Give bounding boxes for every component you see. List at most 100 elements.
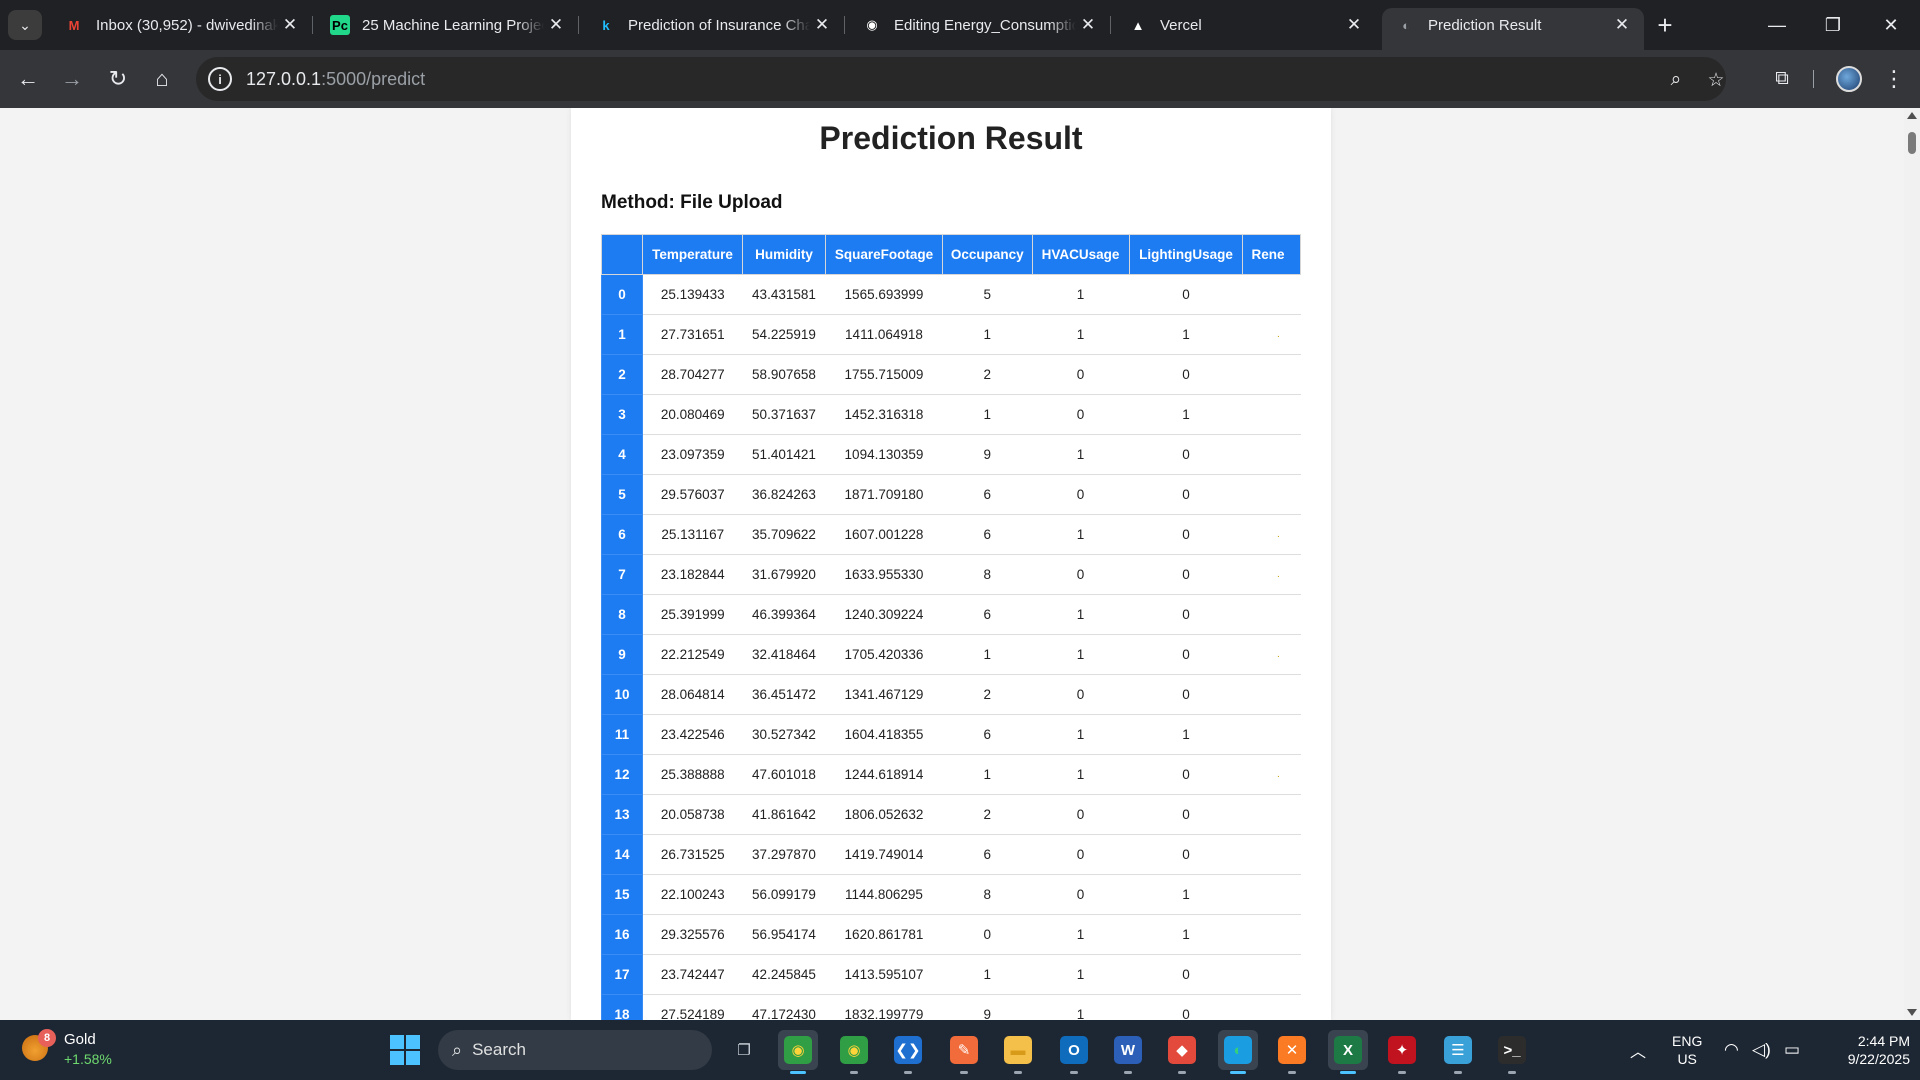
reload-button[interactable]: ↻ [102, 63, 134, 95]
address-bar[interactable]: i 127.0.0.1:5000/predict ⌕ ☆ [196, 57, 1726, 101]
taskbar-app-file-explorer[interactable]: ▬ [998, 1030, 1038, 1074]
table-cell: 37.297870 [742, 834, 826, 875]
site-info-icon[interactable]: i [208, 67, 232, 91]
restore-button[interactable]: ❐ [1810, 8, 1856, 42]
home-button[interactable]: ⌂ [146, 63, 178, 95]
table-cell [1242, 434, 1301, 475]
taskbar-app-task-view[interactable]: ❐ [724, 1030, 764, 1070]
vscode-icon: ❮❯ [894, 1036, 922, 1064]
page-viewport: Prediction Result Method: File Upload Te… [0, 108, 1904, 1020]
taskbar-app-postman[interactable]: ✎ [944, 1030, 984, 1074]
taskbar-app-notepad[interactable]: ☰ [1438, 1030, 1478, 1074]
table-cell: 0 [1032, 554, 1130, 595]
table-header-row: Temperature Humidity SquareFootage Occupanc… [601, 234, 1301, 275]
taskbar-app-xampp[interactable]: ✕ [1272, 1030, 1312, 1074]
page-title: Prediction Result [819, 120, 1083, 156]
tab-close-icon[interactable]: ✕ [278, 13, 302, 37]
table-cell: 23.182844 [642, 554, 743, 595]
widgets-button[interactable]: 8 Gold +1.58% [22, 1029, 162, 1071]
table-cell: 6 [942, 514, 1032, 555]
table-cell: 25.139433 [642, 274, 743, 315]
table-cell: 56.099179 [742, 874, 826, 915]
browser-tab[interactable]: Pc 25 Machine Learning Projects ✕ [316, 8, 578, 42]
table-cell: 6 [942, 714, 1032, 755]
table-cell: 1 [942, 954, 1032, 995]
tab-close-icon[interactable]: ✕ [1342, 13, 1366, 37]
taskbar-app-edge[interactable]: ◐ [1218, 1030, 1258, 1074]
table-cell: 1452.316318 [825, 394, 943, 435]
start-button[interactable] [390, 1035, 420, 1065]
browser-tab[interactable]: ▲ Vercel ✕ [1114, 8, 1376, 42]
table-cell: 1413.595107 [825, 954, 943, 995]
scroll-down-arrow-icon[interactable] [1907, 1009, 1917, 1016]
taskbar-app-chrome-2[interactable]: ◉ [834, 1030, 874, 1074]
taskbar-app-vscode[interactable]: ❮❯ [888, 1030, 928, 1074]
taskbar-app-excel[interactable]: X [1328, 1030, 1368, 1074]
volume-icon[interactable]: ◁) [1752, 1040, 1771, 1060]
profile-avatar[interactable] [1836, 66, 1862, 92]
close-window-button[interactable]: ✕ [1868, 8, 1914, 42]
browser-tab[interactable]: M Inbox (30,952) - dwivedinakul ✕ [50, 8, 312, 42]
table-cell: 2 [942, 354, 1032, 395]
forward-button[interactable]: → [56, 63, 88, 95]
table-cell: 0 [1032, 474, 1130, 515]
table-cell [1242, 834, 1301, 875]
browser-tab[interactable]: ◐ Prediction Result ✕ [1382, 8, 1644, 50]
scroll-up-arrow-icon[interactable] [1907, 112, 1917, 119]
puzzle-icon: ⧉ [1775, 68, 1789, 89]
clock-time: 2:44 PM [1857, 1033, 1910, 1049]
running-indicator [1070, 1071, 1078, 1074]
table-cell: 1 [1032, 594, 1130, 635]
table-cell: 25.131167 [642, 514, 743, 555]
tab-close-icon[interactable]: ✕ [544, 13, 568, 37]
running-indicator [1340, 1071, 1356, 1074]
minimize-button[interactable]: — [1754, 8, 1800, 42]
tab-close-icon[interactable]: ✕ [810, 13, 834, 37]
table-cell: 54.225919 [742, 314, 826, 355]
zoom-icon[interactable]: ⌕ [1664, 68, 1688, 92]
table-row: 6 25.131167 35.709622 1607.001228 6 1 0. [601, 514, 1301, 555]
taskbar-app-anydesk[interactable]: ◆ [1162, 1030, 1202, 1074]
table-cell: 20.058738 [642, 794, 743, 835]
table-cell: 0 [1129, 554, 1243, 595]
taskbar-app-acrobat[interactable]: ✦ [1382, 1030, 1422, 1074]
back-button[interactable]: ← [12, 63, 44, 95]
extensions-button[interactable]: ⧉ [1766, 63, 1798, 95]
table-cell: 1144.806295 [825, 874, 943, 915]
table-row: 5 29.576037 36.824263 1871.709180 6 0 0 [601, 474, 1301, 515]
taskbar-app-word[interactable]: W [1108, 1030, 1148, 1074]
table-row: 8 25.391999 46.399364 1240.309224 6 1 0 [601, 594, 1301, 635]
table-cell [1242, 714, 1301, 755]
battery-icon[interactable]: ▭ [1784, 1040, 1800, 1060]
wifi-icon[interactable]: ◠ [1724, 1040, 1739, 1060]
language-indicator[interactable]: ENG US [1672, 1032, 1702, 1068]
menu-button[interactable]: ⋮ [1878, 63, 1910, 95]
table-container[interactable]: Temperature Humidity SquareFootage Occupanc… [601, 234, 1301, 1020]
tab-favicon-icon: ▲ [1131, 17, 1145, 33]
browser-tab[interactable]: k Prediction of Insurance Charges✕ [582, 8, 844, 42]
taskbar-search[interactable]: ⌕ Search [438, 1030, 712, 1070]
tab-close-icon[interactable]: ✕ [1610, 13, 1634, 37]
tab-close-icon[interactable]: ✕ [1076, 13, 1100, 37]
tab-search-button[interactable]: ⌄ [8, 10, 42, 40]
taskbar-app-chrome-1[interactable]: ◉ [778, 1030, 818, 1074]
scrollbar-thumb[interactable] [1908, 132, 1916, 154]
table-cell: 0 [1032, 874, 1130, 915]
table-cell: 0 [1129, 274, 1243, 315]
table-cell [1242, 354, 1301, 395]
new-tab-button[interactable]: + [1650, 10, 1680, 40]
table-cell: 2 [942, 674, 1032, 715]
taskbar-app-outlook[interactable]: O [1054, 1030, 1094, 1074]
bookmark-star-icon[interactable]: ☆ [1704, 68, 1728, 92]
table-cell: 0 [1129, 434, 1243, 475]
url-host: 127.0.0.1 [246, 68, 322, 89]
taskbar-app-terminal[interactable]: >_ [1492, 1030, 1532, 1074]
system-clock[interactable]: 2:44 PM 9/22/2025 [1820, 1032, 1910, 1068]
table-cell: 41.861642 [742, 794, 826, 835]
table-cell: 28.064814 [642, 674, 743, 715]
tab-separator [578, 16, 579, 34]
show-hidden-icons-chevron-icon[interactable]: ︿ [1630, 1038, 1646, 1062]
lang-region: US [1677, 1051, 1697, 1067]
browser-tab[interactable]: ◉ Editing Energy_Consumption ✕ [848, 8, 1110, 42]
vertical-scrollbar[interactable] [1904, 108, 1920, 1020]
